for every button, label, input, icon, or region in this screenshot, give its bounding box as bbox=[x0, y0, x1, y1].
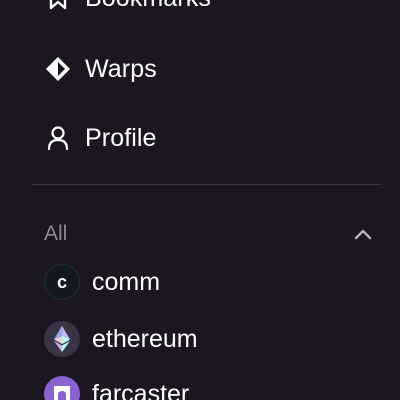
nav-item-warps[interactable]: Warps bbox=[44, 49, 157, 89]
nav-item-label: Warps bbox=[85, 54, 157, 83]
channels-section-header[interactable]: All bbox=[44, 218, 374, 250]
ethereum-logo-icon bbox=[44, 321, 80, 357]
sidebar: Bookmarks Warps Profile All bbox=[0, 0, 400, 400]
nav-item-label: Profile bbox=[85, 123, 157, 152]
section-title: All bbox=[44, 222, 68, 245]
comm-avatar: c bbox=[44, 264, 80, 300]
bookmark-icon bbox=[44, 0, 72, 12]
channel-item-comm[interactable]: c comm bbox=[44, 262, 160, 302]
avatar-letter: c bbox=[56, 271, 67, 292]
chevron-up-icon[interactable] bbox=[352, 223, 374, 245]
farcaster-logo-icon bbox=[44, 376, 80, 400]
nav-item-label: Bookmarks bbox=[85, 0, 211, 13]
nav-item-profile[interactable]: Profile bbox=[44, 118, 157, 158]
nav-item-bookmarks[interactable]: Bookmarks bbox=[44, 0, 211, 18]
user-icon bbox=[44, 124, 72, 152]
divider bbox=[32, 184, 381, 185]
channel-item-farcaster[interactable]: farcaster bbox=[44, 374, 189, 400]
channel-item-ethereum[interactable]: ethereum bbox=[44, 319, 198, 359]
warps-diamond-icon bbox=[44, 55, 72, 83]
channel-label: comm bbox=[92, 267, 161, 296]
channel-label: farcaster bbox=[92, 379, 190, 400]
channel-label: ethereum bbox=[92, 324, 198, 353]
